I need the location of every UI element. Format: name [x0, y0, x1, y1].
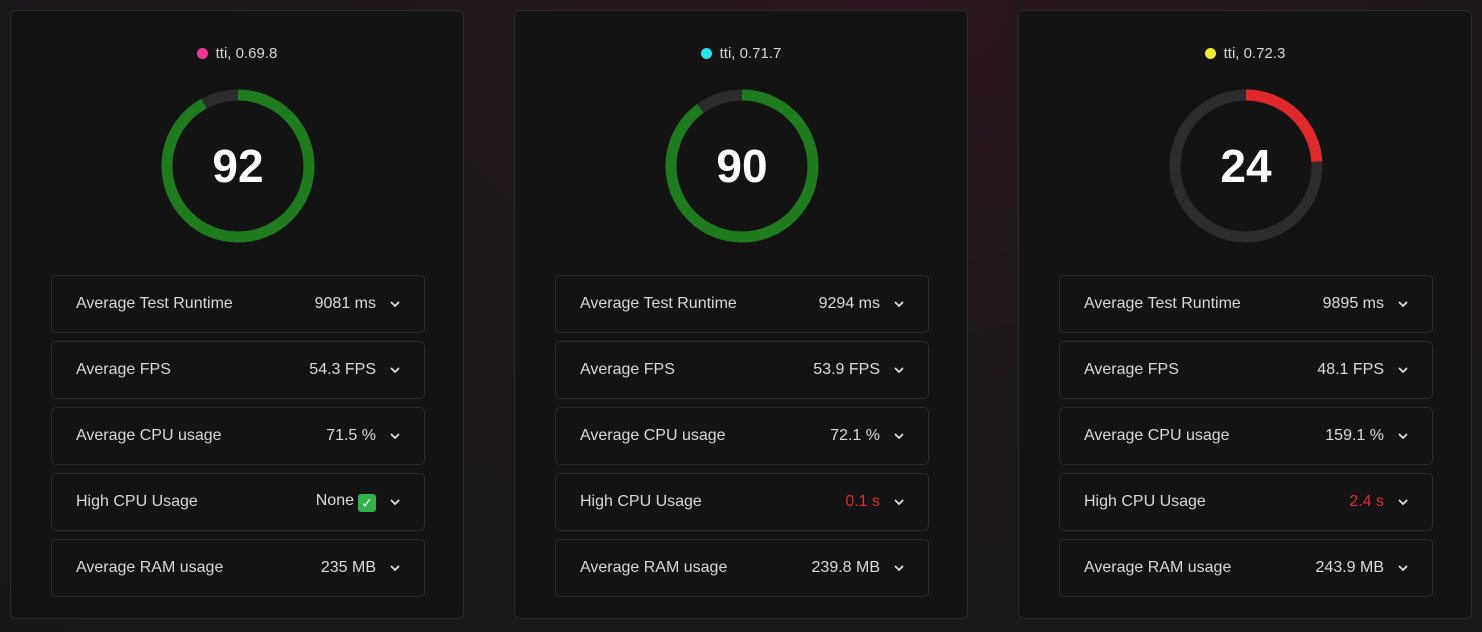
score-gauge: 92: [161, 89, 315, 243]
report-card: tti, 0.69.8 92 Average Test Runtime 9081…: [10, 10, 464, 619]
series-dot-icon: [196, 48, 208, 59]
metric-value: None: [315, 492, 354, 509]
metric-label: High CPU Usage: [580, 493, 702, 510]
metric-value: 9081 ms: [314, 295, 376, 312]
metrics-list: Average Test Runtime 9081 ms Average FPS…: [51, 275, 425, 605]
metric-label: Average Test Runtime: [76, 295, 233, 312]
metric-row-average-test-runtime[interactable]: Average Test Runtime 9895 ms: [1059, 275, 1433, 333]
metric-row-average-ram-usage[interactable]: Average RAM usage 243.9 MB: [1059, 539, 1433, 597]
score-value: 90: [716, 140, 768, 192]
metric-label: High CPU Usage: [1084, 493, 1206, 510]
metric-value: 0.1 s: [845, 493, 880, 510]
metric-row-average-test-runtime[interactable]: Average Test Runtime 9294 ms: [555, 275, 929, 333]
score-gauge: 24: [1169, 89, 1323, 243]
metric-row-average-ram-usage[interactable]: Average RAM usage 239.8 MB: [555, 539, 929, 597]
chevron-down-icon[interactable]: [894, 299, 904, 309]
card-header: tti, 0.71.7: [515, 45, 967, 62]
metric-value: 235 MB: [320, 559, 376, 576]
metric-label: Average CPU usage: [1084, 427, 1230, 444]
metric-label: High CPU Usage: [76, 493, 198, 510]
metric-value: 48.1 FPS: [1317, 361, 1384, 378]
metric-value-wrap: None ✓: [316, 492, 376, 512]
card-title: tti, 0.71.7: [719, 45, 782, 62]
metric-row-average-test-runtime[interactable]: Average Test Runtime 9081 ms: [51, 275, 425, 333]
metrics-list: Average Test Runtime 9294 ms Average FPS…: [555, 275, 929, 605]
chevron-down-icon[interactable]: [894, 431, 904, 441]
metric-label: Average RAM usage: [76, 559, 224, 576]
card-title: tti, 0.72.3: [1223, 45, 1286, 62]
series-dot-icon: [1204, 48, 1216, 59]
metric-value: 53.9 FPS: [813, 361, 880, 378]
chevron-down-icon[interactable]: [390, 365, 400, 375]
score-value: 92: [212, 140, 264, 192]
report-card: tti, 0.71.7 90 Average Test Runtime 9294…: [514, 10, 968, 619]
metric-label: Average CPU usage: [580, 427, 726, 444]
card-header: tti, 0.69.8: [11, 45, 463, 62]
chevron-down-icon[interactable]: [1398, 497, 1408, 507]
metric-label: Average Test Runtime: [1084, 295, 1241, 312]
chevron-down-icon[interactable]: [894, 365, 904, 375]
metric-value: 71.5 %: [326, 427, 376, 444]
report-cards: tti, 0.69.8 92 Average Test Runtime 9081…: [0, 0, 1482, 632]
metrics-list: Average Test Runtime 9895 ms Average FPS…: [1059, 275, 1433, 605]
metric-row-high-cpu-usage[interactable]: High CPU Usage None ✓: [51, 473, 425, 531]
metric-row-high-cpu-usage[interactable]: High CPU Usage 0.1 s: [555, 473, 929, 531]
chevron-down-icon[interactable]: [1398, 563, 1408, 573]
metric-value: 9294 ms: [818, 295, 880, 312]
metric-value: 2.4 s: [1349, 493, 1384, 510]
chevron-down-icon[interactable]: [1398, 431, 1408, 441]
metric-row-high-cpu-usage[interactable]: High CPU Usage 2.4 s: [1059, 473, 1433, 531]
check-mark-icon: ✓: [358, 494, 376, 512]
metric-label: Average Test Runtime: [580, 295, 737, 312]
metric-row-average-fps[interactable]: Average FPS 48.1 FPS: [1059, 341, 1433, 399]
metric-label: Average RAM usage: [1084, 559, 1232, 576]
chevron-down-icon[interactable]: [390, 563, 400, 573]
chevron-down-icon[interactable]: [390, 497, 400, 507]
metric-row-average-ram-usage[interactable]: Average RAM usage 235 MB: [51, 539, 425, 597]
metric-value: 72.1 %: [830, 427, 880, 444]
metric-row-average-cpu-usage[interactable]: Average CPU usage 71.5 %: [51, 407, 425, 465]
chevron-down-icon[interactable]: [894, 497, 904, 507]
metric-label: Average CPU usage: [76, 427, 222, 444]
metric-row-average-cpu-usage[interactable]: Average CPU usage 159.1 %: [1059, 407, 1433, 465]
metric-row-average-fps[interactable]: Average FPS 53.9 FPS: [555, 341, 929, 399]
report-card: tti, 0.72.3 24 Average Test Runtime 9895…: [1018, 10, 1472, 619]
chevron-down-icon[interactable]: [894, 563, 904, 573]
metric-label: Average RAM usage: [580, 559, 728, 576]
metric-label: Average FPS: [76, 361, 171, 378]
chevron-down-icon[interactable]: [390, 299, 400, 309]
series-dot-icon: [700, 48, 712, 59]
metric-row-average-fps[interactable]: Average FPS 54.3 FPS: [51, 341, 425, 399]
chevron-down-icon[interactable]: [1398, 365, 1408, 375]
chevron-down-icon[interactable]: [1398, 299, 1408, 309]
metric-value: 159.1 %: [1325, 427, 1384, 444]
metric-label: Average FPS: [1084, 361, 1179, 378]
metric-row-average-cpu-usage[interactable]: Average CPU usage 72.1 %: [555, 407, 929, 465]
card-title: tti, 0.69.8: [215, 45, 278, 62]
chevron-down-icon[interactable]: [390, 431, 400, 441]
card-header: tti, 0.72.3: [1019, 45, 1471, 62]
metric-value: 243.9 MB: [1315, 559, 1384, 576]
metric-value: 239.8 MB: [811, 559, 880, 576]
metric-value: 9895 ms: [1322, 295, 1384, 312]
metric-label: Average FPS: [580, 361, 675, 378]
score-gauge: 90: [665, 89, 819, 243]
score-value: 24: [1220, 140, 1272, 192]
metric-value: 54.3 FPS: [309, 361, 376, 378]
